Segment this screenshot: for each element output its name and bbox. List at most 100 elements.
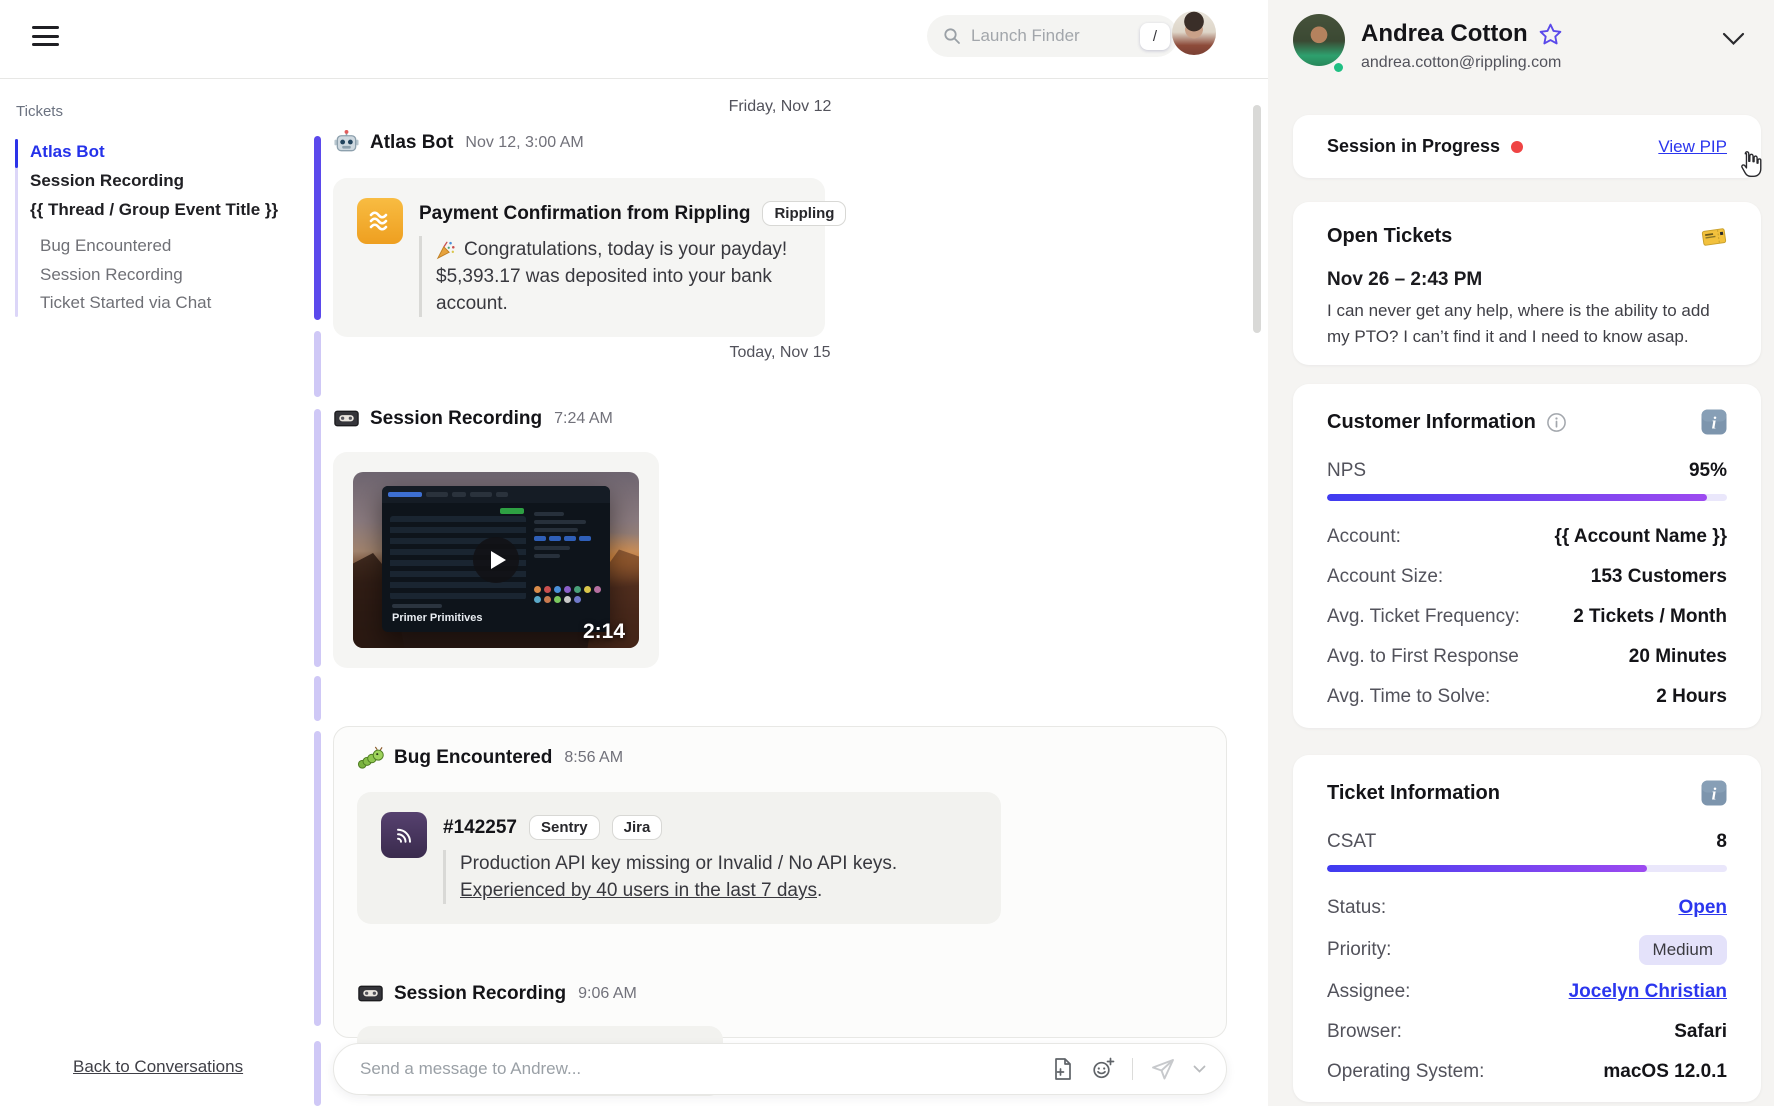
priority-badge: Medium: [1639, 935, 1727, 965]
info-row-browser: Browser: Safari: [1327, 1019, 1727, 1045]
svg-text:i: i: [1712, 414, 1717, 433]
jira-badge: Jira: [612, 815, 663, 840]
search-placeholder: Launch Finder: [971, 26, 1140, 46]
collapse-panel-chevron-icon[interactable]: [1722, 32, 1745, 51]
customer-info-title: Customer Information: [1327, 411, 1536, 434]
topbar-divider: [0, 78, 1268, 79]
play-button[interactable]: [473, 537, 519, 583]
ticket-information-card: Ticket Information i CSAT 8 Status: Open…: [1293, 755, 1761, 1102]
payment-card-title: Payment Confirmation from Rippling: [419, 203, 750, 225]
bug-line2-suffix: .: [817, 880, 822, 901]
send-icon[interactable]: [1150, 1057, 1176, 1081]
csat-progress-track: [1327, 865, 1727, 872]
message-sender: Session Recording: [370, 408, 542, 430]
attach-file-icon[interactable]: [1052, 1057, 1074, 1081]
info-emoji-icon: i: [1701, 780, 1727, 806]
bug-line2-link[interactable]: Experienced by 40 users in the last 7 da…: [460, 880, 817, 901]
message-time: 9:06 AM: [578, 985, 637, 1003]
payment-line1: Congratulations, today is your payday!: [464, 236, 787, 263]
open-tickets-title: Open Tickets: [1327, 225, 1452, 248]
csat-label: CSAT: [1327, 831, 1376, 853]
status-open-link[interactable]: Open: [1678, 897, 1727, 919]
info-row-priority: Priority: Medium: [1327, 935, 1727, 965]
customer-email: andrea.cotton@rippling.com: [1361, 54, 1561, 72]
thread-rail: [314, 331, 321, 397]
row-value: 2 Hours: [1656, 686, 1727, 708]
menu-icon[interactable]: [32, 26, 59, 48]
caterpillar-icon: [357, 744, 384, 771]
row-label: Avg. Ticket Frequency:: [1327, 606, 1520, 628]
recording-dot: [1511, 141, 1523, 153]
thread-rail: [314, 676, 321, 721]
sidebar-item-session-recording-2[interactable]: Session Recording: [40, 264, 183, 286]
ticket-preview-text: I can never get any help, where is the a…: [1327, 298, 1727, 350]
row-value: macOS 12.0.1: [1603, 1061, 1727, 1083]
chat-date-divider: Friday, Nov 12: [333, 98, 1227, 116]
row-label: Avg. Time to Solve:: [1327, 686, 1490, 708]
chat-date-divider: Today, Nov 15: [333, 344, 1227, 362]
info-row-status: Status: Open: [1327, 895, 1727, 921]
info-outline-icon[interactable]: [1546, 412, 1567, 433]
sidebar-active-indicator: [15, 139, 18, 168]
star-icon[interactable]: [1538, 22, 1563, 47]
session-recording-card[interactable]: Primer Primitives 2:14: [333, 452, 659, 668]
message-time: 7:24 AM: [554, 410, 613, 428]
payment-line2: $5,393.17 was deposited into your bank a…: [436, 263, 846, 317]
ticket-icon: [1701, 226, 1727, 248]
message-sender: Bug Encountered: [394, 747, 552, 769]
row-label: Operating System:: [1327, 1061, 1484, 1083]
payment-confirmation-card[interactable]: Payment Confirmation from Rippling Rippl…: [333, 178, 825, 337]
row-label: Assignee:: [1327, 981, 1410, 1003]
rippling-badge: Rippling: [762, 201, 846, 226]
row-value: 20 Minutes: [1629, 646, 1727, 668]
csat-value: 8: [1716, 831, 1727, 853]
customer-avatar[interactable]: [1293, 14, 1345, 66]
message-input[interactable]: [360, 1059, 1035, 1079]
thread-rail: [314, 409, 321, 667]
row-label: Avg. to First Response: [1327, 646, 1519, 668]
avatar[interactable]: [1172, 11, 1216, 55]
session-card: Session in Progress View PIP: [1293, 115, 1761, 178]
open-tickets-card: Open Tickets Nov 26 – 2:43 PM I can neve…: [1293, 202, 1761, 365]
nps-progress-fill: [1327, 494, 1707, 501]
session-status-label: Session in Progress: [1327, 136, 1500, 157]
message-sender: Session Recording: [394, 983, 566, 1005]
customer-panel: Andrea Cotton andrea.cotton@rippling.com…: [1268, 0, 1774, 1106]
rippling-logo: [357, 198, 403, 244]
message-sender: Atlas Bot: [370, 132, 453, 154]
message-composer[interactable]: [333, 1043, 1227, 1095]
search-icon: [943, 27, 961, 45]
message-header-bug-encountered: Bug Encountered 8:56 AM: [357, 744, 623, 771]
sidebar-item-bug-encountered[interactable]: Bug Encountered: [40, 235, 171, 257]
csat-progress-fill: [1327, 865, 1647, 872]
row-value: Safari: [1674, 1021, 1727, 1043]
search-input[interactable]: Launch Finder /: [927, 15, 1178, 57]
video-title: Primer Primitives: [392, 612, 483, 624]
sidebar-item-ticket-started[interactable]: Ticket Started via Chat: [40, 292, 211, 314]
emoji-add-icon[interactable]: [1091, 1057, 1115, 1081]
composer-divider: [1132, 1058, 1134, 1080]
bug-quote: Production API key missing or Invalid / …: [443, 850, 897, 904]
bug-report-card[interactable]: #142257 Sentry Jira Production API key m…: [357, 792, 1001, 924]
send-options-chevron-icon[interactable]: [1193, 1065, 1206, 1074]
view-pip-link[interactable]: View PIP: [1658, 137, 1727, 157]
sidebar-item-thread-title[interactable]: {{ Thread / Group Event Title }}: [30, 199, 278, 221]
chat-scrollbar[interactable]: [1253, 105, 1261, 333]
cassette-icon: [357, 980, 384, 1007]
sidebar-item-session-recording[interactable]: Session Recording: [30, 170, 184, 192]
thread-rail-active: [314, 136, 321, 320]
sidebar-item-atlas-bot[interactable]: Atlas Bot: [30, 141, 105, 163]
robot-icon: [333, 129, 360, 156]
row-label: Browser:: [1327, 1021, 1402, 1043]
assignee-link[interactable]: Jocelyn Christian: [1569, 981, 1727, 1003]
row-value: {{ Account Name }}: [1555, 526, 1727, 548]
party-popper-icon: [436, 240, 456, 260]
sentry-badge: Sentry: [529, 815, 600, 840]
payment-quote: Congratulations, today is your payday! $…: [419, 236, 846, 317]
video-thumbnail[interactable]: Primer Primitives 2:14: [353, 472, 639, 648]
bug-line1: Production API key missing or Invalid / …: [460, 850, 897, 877]
cassette-icon: [333, 405, 360, 432]
info-emoji-icon: i: [1701, 409, 1727, 435]
online-status-dot: [1332, 61, 1345, 74]
back-to-conversations-link[interactable]: Back to Conversations: [73, 1057, 243, 1077]
